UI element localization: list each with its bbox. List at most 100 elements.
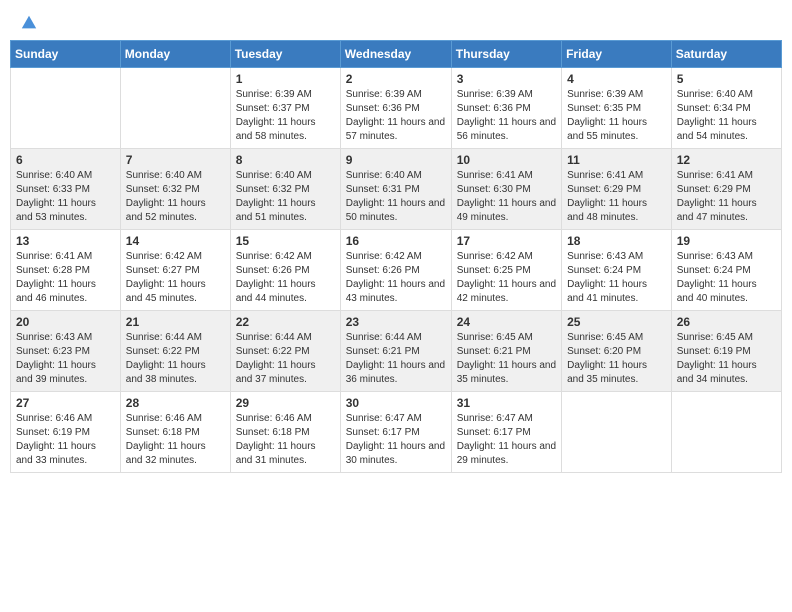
day-number: 26	[677, 315, 776, 329]
calendar-week-row: 1 Sunrise: 6:39 AM Sunset: 6:37 PM Daylig…	[11, 68, 782, 149]
cell-content: Sunrise: 6:39 AM Sunset: 6:36 PM Dayligh…	[346, 88, 446, 144]
cell-content: Sunrise: 6:44 AM Sunset: 6:21 PM Dayligh…	[346, 331, 446, 387]
calendar-cell: 30 Sunrise: 6:47 AM Sunset: 6:17 PM Dayli…	[340, 392, 451, 473]
cell-content: Sunrise: 6:43 AM Sunset: 6:24 PM Dayligh…	[567, 250, 666, 306]
cell-content: Sunrise: 6:42 AM Sunset: 6:27 PM Dayligh…	[126, 250, 225, 306]
calendar-week-row: 27 Sunrise: 6:46 AM Sunset: 6:19 PM Dayli…	[11, 392, 782, 473]
cell-content: Sunrise: 6:40 AM Sunset: 6:34 PM Dayligh…	[677, 88, 776, 144]
day-number: 21	[126, 315, 225, 329]
cell-content: Sunrise: 6:47 AM Sunset: 6:17 PM Dayligh…	[346, 412, 446, 468]
calendar-cell: 4Sunrise: 6:39 AM Sunset: 6:35 PM Daylig…	[562, 68, 672, 149]
cell-content: Sunrise: 6:45 AM Sunset: 6:20 PM Dayligh…	[567, 331, 666, 387]
day-number: 9	[346, 153, 446, 167]
day-number: 4	[567, 72, 666, 86]
calendar-cell	[120, 68, 230, 149]
cell-content: Sunrise: 6:46 AM Sunset: 6:19 PM Dayligh…	[16, 412, 115, 468]
calendar-cell: 29Sunrise: 6:46 AM Sunset: 6:18 PM Dayli…	[230, 392, 340, 473]
calendar-cell: 14 Sunrise: 6:42 AM Sunset: 6:27 PM Dayli…	[120, 230, 230, 311]
calendar-cell	[11, 68, 121, 149]
day-number: 18	[567, 234, 666, 248]
calendar-cell: 23Sunrise: 6:44 AM Sunset: 6:21 PM Dayli…	[340, 311, 451, 392]
cell-content: Sunrise: 6:41 AM Sunset: 6:29 PM Dayligh…	[567, 169, 666, 225]
calendar-header-wednesday: Wednesday	[340, 41, 451, 68]
cell-content: Sunrise: 6:39 AM Sunset: 6:36 PM Dayligh…	[457, 88, 556, 144]
calendar-cell: 26 Sunrise: 6:45 AM Sunset: 6:19 PM Dayli…	[671, 311, 781, 392]
day-number: 11	[567, 153, 666, 167]
day-number: 6	[16, 153, 115, 167]
cell-content: Sunrise: 6:41 AM Sunset: 6:28 PM Dayligh…	[16, 250, 115, 306]
calendar-cell: 15 Sunrise: 6:42 AM Sunset: 6:26 PM Dayli…	[230, 230, 340, 311]
calendar-cell: 28 Sunrise: 6:46 AM Sunset: 6:18 PM Dayli…	[120, 392, 230, 473]
cell-content: Sunrise: 6:46 AM Sunset: 6:18 PM Dayligh…	[236, 412, 335, 468]
day-number: 12	[677, 153, 776, 167]
day-number: 14	[126, 234, 225, 248]
cell-content: Sunrise: 6:46 AM Sunset: 6:18 PM Dayligh…	[126, 412, 225, 468]
calendar-cell: 25 Sunrise: 6:45 AM Sunset: 6:20 PM Dayli…	[562, 311, 672, 392]
cell-content: Sunrise: 6:41 AM Sunset: 6:30 PM Dayligh…	[457, 169, 556, 225]
day-number: 30	[346, 396, 446, 410]
calendar-header-saturday: Saturday	[671, 41, 781, 68]
calendar-table: SundayMondayTuesdayWednesdayThursdayFrid…	[10, 40, 782, 473]
cell-content: Sunrise: 6:42 AM Sunset: 6:25 PM Dayligh…	[457, 250, 556, 306]
calendar-cell: 24 Sunrise: 6:45 AM Sunset: 6:21 PM Dayli…	[451, 311, 561, 392]
calendar-cell: 7 Sunrise: 6:40 AM Sunset: 6:32 PM Daylig…	[120, 149, 230, 230]
calendar-cell: 20 Sunrise: 6:43 AM Sunset: 6:23 PM Dayli…	[11, 311, 121, 392]
calendar-week-row: 6Sunrise: 6:40 AM Sunset: 6:33 PM Daylig…	[11, 149, 782, 230]
day-number: 7	[126, 153, 225, 167]
calendar-cell: 31 Sunrise: 6:47 AM Sunset: 6:17 PM Dayli…	[451, 392, 561, 473]
calendar-header-thursday: Thursday	[451, 41, 561, 68]
cell-content: Sunrise: 6:39 AM Sunset: 6:37 PM Dayligh…	[236, 88, 335, 144]
logo	[18, 14, 38, 28]
calendar-cell: 8 Sunrise: 6:40 AM Sunset: 6:32 PM Daylig…	[230, 149, 340, 230]
calendar-cell: 1 Sunrise: 6:39 AM Sunset: 6:37 PM Daylig…	[230, 68, 340, 149]
calendar-cell: 5 Sunrise: 6:40 AM Sunset: 6:34 PM Daylig…	[671, 68, 781, 149]
day-number: 31	[457, 396, 556, 410]
cell-content: Sunrise: 6:40 AM Sunset: 6:32 PM Dayligh…	[236, 169, 335, 225]
day-number: 10	[457, 153, 556, 167]
cell-content: Sunrise: 6:45 AM Sunset: 6:21 PM Dayligh…	[457, 331, 556, 387]
calendar-cell: 17Sunrise: 6:42 AM Sunset: 6:25 PM Dayli…	[451, 230, 561, 311]
day-number: 24	[457, 315, 556, 329]
day-number: 19	[677, 234, 776, 248]
calendar-cell: 22 Sunrise: 6:44 AM Sunset: 6:22 PM Dayli…	[230, 311, 340, 392]
calendar-cell: 11 Sunrise: 6:41 AM Sunset: 6:29 PM Dayli…	[562, 149, 672, 230]
cell-content: Sunrise: 6:43 AM Sunset: 6:23 PM Dayligh…	[16, 331, 115, 387]
calendar-cell: 13 Sunrise: 6:41 AM Sunset: 6:28 PM Dayli…	[11, 230, 121, 311]
calendar-header-row: SundayMondayTuesdayWednesdayThursdayFrid…	[11, 41, 782, 68]
day-number: 8	[236, 153, 335, 167]
day-number: 25	[567, 315, 666, 329]
calendar-header-friday: Friday	[562, 41, 672, 68]
calendar-cell: 18 Sunrise: 6:43 AM Sunset: 6:24 PM Dayli…	[562, 230, 672, 311]
cell-content: Sunrise: 6:43 AM Sunset: 6:24 PM Dayligh…	[677, 250, 776, 306]
day-number: 20	[16, 315, 115, 329]
day-number: 13	[16, 234, 115, 248]
calendar-cell	[671, 392, 781, 473]
calendar-cell: 21Sunrise: 6:44 AM Sunset: 6:22 PM Dayli…	[120, 311, 230, 392]
day-number: 1	[236, 72, 335, 86]
cell-content: Sunrise: 6:41 AM Sunset: 6:29 PM Dayligh…	[677, 169, 776, 225]
day-number: 16	[346, 234, 446, 248]
calendar-week-row: 20 Sunrise: 6:43 AM Sunset: 6:23 PM Dayli…	[11, 311, 782, 392]
day-number: 22	[236, 315, 335, 329]
cell-content: Sunrise: 6:47 AM Sunset: 6:17 PM Dayligh…	[457, 412, 556, 468]
calendar-header-monday: Monday	[120, 41, 230, 68]
calendar-cell: 2Sunrise: 6:39 AM Sunset: 6:36 PM Daylig…	[340, 68, 451, 149]
day-number: 27	[16, 396, 115, 410]
day-number: 5	[677, 72, 776, 86]
calendar-week-row: 13 Sunrise: 6:41 AM Sunset: 6:28 PM Dayli…	[11, 230, 782, 311]
cell-content: Sunrise: 6:45 AM Sunset: 6:19 PM Dayligh…	[677, 331, 776, 387]
logo-icon	[20, 14, 38, 32]
calendar-cell: 6Sunrise: 6:40 AM Sunset: 6:33 PM Daylig…	[11, 149, 121, 230]
calendar-cell: 19 Sunrise: 6:43 AM Sunset: 6:24 PM Dayli…	[671, 230, 781, 311]
cell-content: Sunrise: 6:44 AM Sunset: 6:22 PM Dayligh…	[236, 331, 335, 387]
cell-content: Sunrise: 6:40 AM Sunset: 6:31 PM Dayligh…	[346, 169, 446, 225]
calendar-cell: 12 Sunrise: 6:41 AM Sunset: 6:29 PM Dayli…	[671, 149, 781, 230]
page-header	[10, 10, 782, 32]
calendar-header-tuesday: Tuesday	[230, 41, 340, 68]
cell-content: Sunrise: 6:40 AM Sunset: 6:32 PM Dayligh…	[126, 169, 225, 225]
calendar-cell: 27 Sunrise: 6:46 AM Sunset: 6:19 PM Dayli…	[11, 392, 121, 473]
calendar-cell: 10 Sunrise: 6:41 AM Sunset: 6:30 PM Dayli…	[451, 149, 561, 230]
day-number: 15	[236, 234, 335, 248]
cell-content: Sunrise: 6:42 AM Sunset: 6:26 PM Dayligh…	[236, 250, 335, 306]
day-number: 28	[126, 396, 225, 410]
